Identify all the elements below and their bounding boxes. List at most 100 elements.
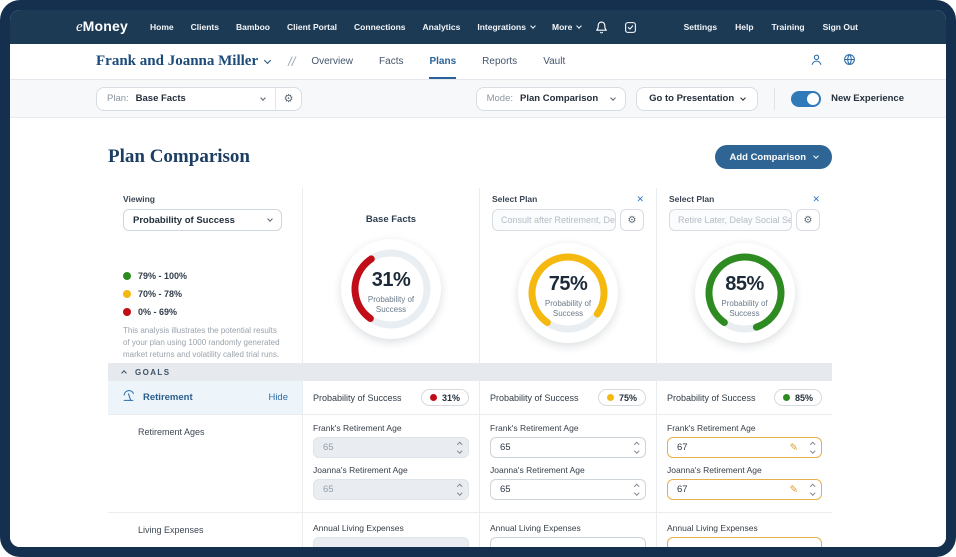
plan-settings-gear-button[interactable]: ⚙ — [275, 88, 301, 110]
tab-reports[interactable]: Reports — [482, 44, 517, 79]
annual-living-label: Annual Living Expenses — [667, 523, 822, 533]
plan2-dropdown[interactable]: Retire Later, Delay Social Sec... — [669, 209, 792, 231]
legend-label: 79% - 100% — [138, 271, 187, 281]
status-dot-icon — [430, 394, 437, 401]
legend-label: 0% - 69% — [138, 307, 177, 317]
frank-age-group: Frank's Retirement Age ✎ — [667, 423, 822, 458]
annual-living-field — [313, 537, 469, 547]
nav-integrations[interactable]: Integrations — [477, 22, 535, 32]
nav-settings[interactable]: Settings — [684, 22, 718, 32]
plan-select-dropdown[interactable]: Plan: Base Facts — [97, 88, 275, 110]
go-to-presentation-button[interactable]: Go to Presentation — [636, 87, 758, 111]
tab-overview[interactable]: Overview — [311, 44, 353, 79]
nav-training[interactable]: Training — [772, 22, 805, 32]
joanna-age-field — [490, 479, 646, 500]
chevron-down-icon — [813, 153, 819, 159]
close-icon[interactable]: ✕ — [636, 195, 644, 204]
viewing-column: Viewing Probability of Success 79% - 100… — [108, 188, 302, 363]
plan2-settings-gear-button[interactable]: ⚙ — [796, 209, 820, 231]
base-facts-header: Base Facts — [366, 214, 416, 225]
retirement-ages-row: Retirement Ages Frank's Retirement Age J… — [108, 415, 832, 513]
plan1-settings-gear-button[interactable]: ⚙ — [620, 209, 644, 231]
tasks-check-square-icon[interactable] — [624, 21, 637, 34]
main-nav: Home Clients Bamboo Client Portal Connec… — [150, 22, 581, 32]
user-profile-icon[interactable] — [810, 53, 823, 71]
nav-analytics[interactable]: Analytics — [423, 22, 461, 32]
globe-language-icon[interactable] — [843, 53, 856, 71]
nav-client-portal[interactable]: Client Portal — [287, 22, 337, 32]
new-experience-toggle[interactable] — [791, 91, 821, 107]
tab-vault[interactable]: Vault — [543, 44, 565, 79]
gauge-inner: 75% Probability of Success — [518, 243, 618, 343]
monte-carlo-disclaimer: This analysis illustrates the potential … — [123, 325, 282, 361]
base-ages-cell: Frank's Retirement Age Joanna's Retireme… — [302, 415, 479, 512]
gauge-value: 75% — [549, 273, 588, 296]
gauge-value: 85% — [725, 273, 764, 296]
plan1-dropdown-value: Consult after Retirement, Del... — [501, 215, 616, 225]
badge-value: 85% — [795, 393, 813, 403]
select-plan-label: Select Plan — [669, 194, 714, 204]
living-expenses-row: Living Expenses Annual Living Expenses A… — [108, 513, 832, 547]
comparison-header-grid: Viewing Probability of Success 79% - 100… — [108, 188, 832, 363]
joanna-age-field — [313, 479, 469, 500]
client-bar-icons — [810, 44, 856, 79]
plan2-ages-cell: Frank's Retirement Age ✎ Joanna's Retire… — [656, 415, 832, 512]
tab-plans[interactable]: Plans — [429, 44, 456, 79]
stepper-icon[interactable] — [811, 443, 815, 453]
nav-more[interactable]: More — [552, 22, 581, 32]
nav-more-label: More — [552, 22, 572, 32]
hide-link[interactable]: Hide — [268, 392, 288, 403]
joanna-age-input-plan1[interactable] — [490, 479, 646, 500]
annual-living-input-plan2[interactable] — [667, 537, 822, 547]
chevron-up-icon — [121, 370, 127, 376]
probability-badge: 75% — [598, 389, 646, 406]
client-selector[interactable]: Frank and Joanna Miller — [96, 44, 270, 79]
nav-sign-out[interactable]: Sign Out — [823, 22, 858, 32]
emoney-logo[interactable]: eMoney — [76, 18, 128, 36]
window-frame: eMoney Home Clients Bamboo Client Portal… — [0, 0, 956, 557]
annual-living-input-plan1[interactable] — [490, 537, 646, 547]
frank-age-input-plan1[interactable] — [490, 437, 646, 458]
nav-clients[interactable]: Clients — [191, 22, 219, 32]
tab-facts[interactable]: Facts — [379, 44, 403, 79]
nav-bamboo[interactable]: Bamboo — [236, 22, 270, 32]
stepper-icon[interactable] — [811, 485, 815, 495]
toolbar-divider — [774, 88, 775, 110]
nav-home[interactable]: Home — [150, 22, 174, 32]
chevron-down-icon — [740, 95, 746, 101]
joanna-age-input-plan2[interactable] — [667, 479, 822, 500]
viewing-dropdown[interactable]: Probability of Success — [123, 209, 282, 231]
plan2-probability-cell: Probability of Success 85% — [656, 381, 832, 414]
goals-section-header[interactable]: GOALS — [108, 363, 832, 381]
presentation-label: Go to Presentation — [649, 93, 734, 104]
logo-e: e — [76, 19, 83, 35]
stepper-icon[interactable] — [635, 443, 639, 453]
mode-select-dropdown[interactable]: Mode: Plan Comparison — [477, 88, 626, 110]
base-probability-cell: Probability of Success 31% — [302, 381, 479, 414]
nav-help[interactable]: Help — [735, 22, 753, 32]
annual-living-field — [667, 537, 822, 547]
base-facts-gauge: 31% Probability of Success — [341, 239, 441, 339]
frank-age-input-plan2[interactable] — [667, 437, 822, 458]
living-expenses-label: Living Expenses — [108, 513, 302, 547]
stepper-icon — [458, 443, 462, 453]
mode-prefix: Mode: — [487, 93, 513, 104]
yellow-dot-icon — [123, 290, 131, 298]
select-plan-label: Select Plan — [492, 194, 537, 204]
retirement-label: Retirement — [143, 392, 193, 403]
add-comparison-button[interactable]: Add Comparison — [715, 145, 832, 169]
plan-toolbar: Plan: Base Facts ⚙ Mode: Plan Comparison… — [10, 80, 946, 118]
title-row: Plan Comparison Add Comparison — [108, 142, 832, 172]
stepper-icon[interactable] — [635, 485, 639, 495]
close-icon[interactable]: ✕ — [812, 195, 820, 204]
top-nav-right: Settings Help Training Sign Out — [684, 22, 858, 32]
client-tabs: Overview Facts Plans Reports Vault — [311, 44, 565, 79]
metric-name: Probability of Success — [490, 393, 579, 403]
joanna-age-input-base — [313, 479, 469, 500]
base-living-cell: Annual Living Expenses — [302, 513, 479, 547]
notifications-bell-icon[interactable] — [595, 21, 608, 34]
retirement-row: Retirement Hide Probability of Success 3… — [108, 381, 832, 415]
nav-connections[interactable]: Connections — [354, 22, 405, 32]
plan1-dropdown[interactable]: Consult after Retirement, Del... — [492, 209, 616, 231]
gear-icon: ⚙ — [284, 92, 294, 105]
